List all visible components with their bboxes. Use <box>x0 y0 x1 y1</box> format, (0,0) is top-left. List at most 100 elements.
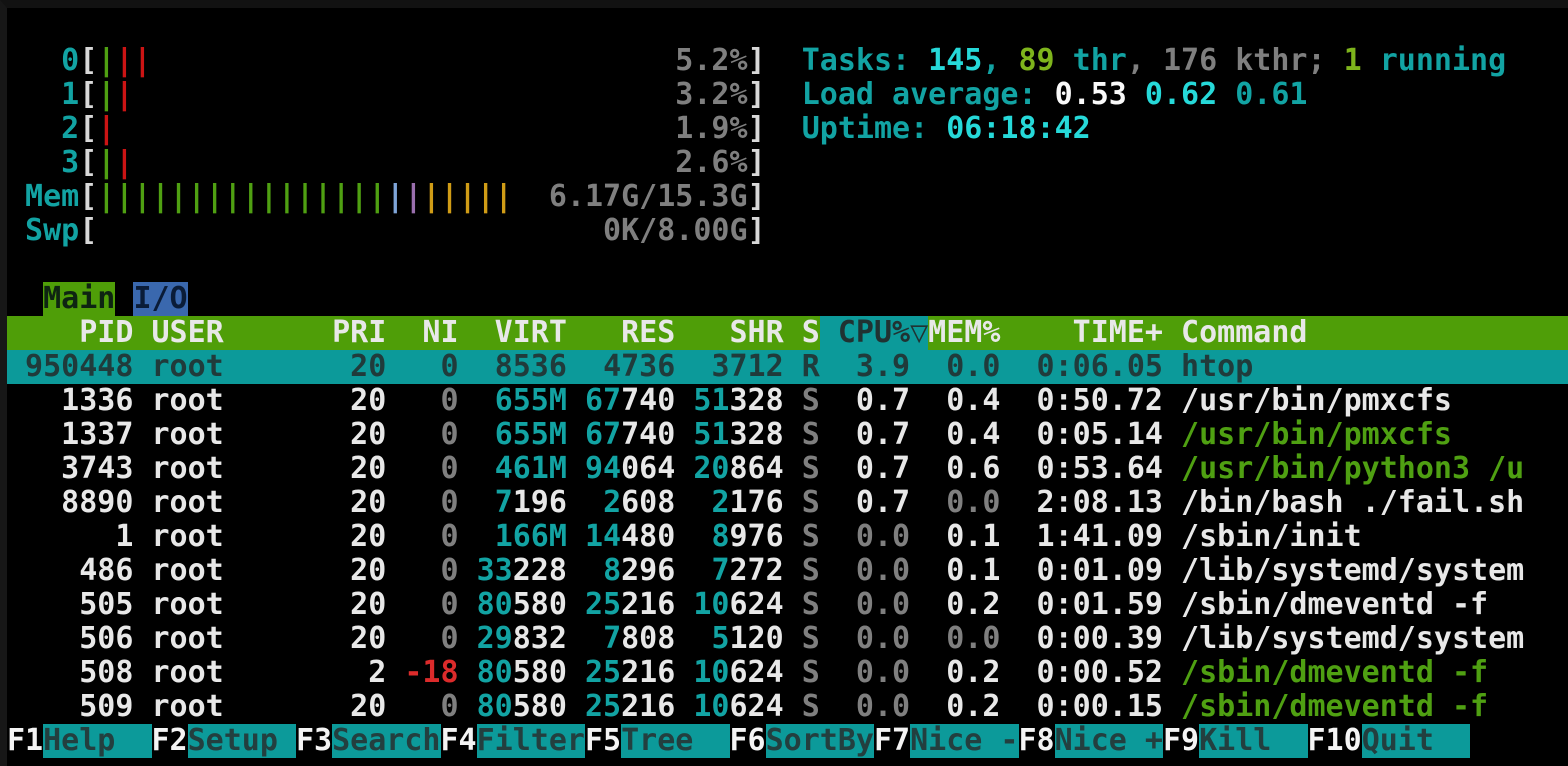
process-row-950448[interactable]: 950448 root 20 0 8536 4736 3712 R 3.9 0.… <box>7 350 1568 384</box>
command-cell: /usr/bin/python3 /u <box>1163 452 1524 486</box>
process-table: 950448 root 20 0 8536 4736 3712 R 3.9 0.… <box>7 350 1568 724</box>
column-headers: MEM% TIME+ Command <box>928 316 1307 350</box>
shr-cell <box>675 622 711 656</box>
virt-cell: 655M <box>495 418 567 452</box>
fkey-f3-label[interactable]: Search <box>332 724 440 758</box>
meter-value: 0K/8.00G <box>603 214 748 248</box>
meter-bracket-close: ] <box>748 78 766 112</box>
shr-cell: 864 <box>730 452 784 486</box>
time-cell: 0:06.05 <box>1000 350 1163 384</box>
process-row-8890[interactable]: 8890 root 20 0 7196 2608 2176 S 0.7 0.0 … <box>7 486 1568 520</box>
virt-cell: 580 <box>513 588 567 622</box>
time-cell: 2:08.13 <box>1000 486 1163 520</box>
process-row-3743[interactable]: 3743 root 20 0 461M 94064 20864 S 0.7 0.… <box>7 452 1568 486</box>
process-row-505[interactable]: 505 root 20 0 80580 25216 10624 S 0.0 0.… <box>7 588 1568 622</box>
fkey-f4-label[interactable]: Filter <box>477 724 585 758</box>
shr-cell <box>675 588 693 622</box>
process-row-486[interactable]: 486 root 20 0 33228 8296 7272 S 0.0 0.1 … <box>7 554 1568 588</box>
fkey-f2-key[interactable]: F2 <box>152 724 188 758</box>
fkey-f10-label[interactable]: Quit <box>1362 724 1470 758</box>
meter-fill <box>513 180 549 214</box>
meter-fill <box>152 44 676 78</box>
meter-bracket-open: [ <box>79 78 97 112</box>
meter-panel: 0[||| 5.2%] Tasks: 145, 89 thr, 176 kthr… <box>7 44 1568 248</box>
fkey-f9-key[interactable]: F9 <box>1163 724 1199 758</box>
meter-bracket-open: [ <box>79 214 97 248</box>
load-average-segment: 0.62 <box>1145 78 1235 112</box>
process-row-1[interactable]: 1 root 20 0 166M 14480 8976 S 0.0 0.1 1:… <box>7 520 1568 554</box>
state-cell: S <box>784 656 820 690</box>
tab-io[interactable]: I/O <box>133 282 187 316</box>
shr-cell: 272 <box>730 554 784 588</box>
virt-cell: 832 <box>513 622 567 656</box>
meter-bracket-close: ] <box>748 180 766 214</box>
pid-cell: 1 <box>7 520 133 554</box>
shr-cell: 976 <box>730 520 784 554</box>
fkey-f5-key[interactable]: F5 <box>585 724 621 758</box>
pri-cell: 20 <box>332 350 386 384</box>
pid-cell: 505 <box>7 588 133 622</box>
meter-fill <box>133 78 675 112</box>
fkey-f2-label[interactable]: Setup <box>188 724 296 758</box>
command-cell: /sbin/init <box>1163 520 1362 554</box>
fkey-f4-key[interactable]: F4 <box>441 724 477 758</box>
command-cell: /sbin/dmeventd -f <box>1163 588 1488 622</box>
res-cell: 2 <box>603 486 621 520</box>
blank-line <box>7 248 1568 282</box>
time-cell: 0:50.72 <box>1000 384 1163 418</box>
command-cell: /sbin/dmeventd -f <box>1163 690 1488 724</box>
cpu-cell: 0.7 <box>820 384 910 418</box>
virt-cell <box>459 656 477 690</box>
pid-cell: 508 <box>7 656 133 690</box>
virt-cell: 228 <box>513 554 567 588</box>
htop-terminal: 0[||| 5.2%] Tasks: 145, 89 thr, 176 kthr… <box>0 0 1568 766</box>
meter-tick: | <box>97 146 115 180</box>
shr-cell: 10 <box>693 690 729 724</box>
res-cell: 7 <box>603 622 621 656</box>
fkey-f3-key[interactable]: F3 <box>296 724 332 758</box>
uptime-segment: Uptime: <box>802 112 947 146</box>
fkey-f9-label[interactable]: Kill <box>1199 724 1307 758</box>
fkey-f10-key[interactable]: F10 <box>1308 724 1362 758</box>
swp-meter: Swp[ 0K/8.00G] <box>7 214 1568 248</box>
user-cell: root <box>133 622 332 656</box>
fkey-f8-label[interactable]: Nice + <box>1055 724 1163 758</box>
mem-cell: 0.1 <box>910 554 1000 588</box>
res-cell: 608 <box>621 486 675 520</box>
table-header[interactable]: PID USER PRI NI VIRT RES SHR S CPU%▽MEM%… <box>7 316 1568 350</box>
ni-cell: 0 <box>386 588 458 622</box>
fkey-f7-label[interactable]: Nice - <box>910 724 1018 758</box>
shr-cell: 624 <box>730 656 784 690</box>
process-row-1337[interactable]: 1337 root 20 0 655M 67740 51328 S 0.7 0.… <box>7 418 1568 452</box>
pid-cell: 1337 <box>7 418 133 452</box>
fkey-f6-label[interactable]: SortBy <box>766 724 874 758</box>
tab-main[interactable]: Main <box>43 282 115 316</box>
pri-cell: 20 <box>332 418 386 452</box>
shr-cell: 51 <box>693 384 729 418</box>
fkey-f8-key[interactable]: F8 <box>1019 724 1055 758</box>
res-cell: 216 <box>621 588 675 622</box>
process-row-1336[interactable]: 1336 root 20 0 655M 67740 51328 S 0.7 0.… <box>7 384 1568 418</box>
sort-column-header[interactable]: CPU%▽ <box>820 316 928 350</box>
fkey-f7-key[interactable]: F7 <box>874 724 910 758</box>
virt-cell: 80 <box>477 690 513 724</box>
meter-fill <box>133 146 675 180</box>
shr-cell: 328 <box>730 384 784 418</box>
fkey-f6-key[interactable]: F6 <box>730 724 766 758</box>
fkey-f1-key[interactable]: F1 <box>7 724 43 758</box>
process-row-509[interactable]: 509 root 20 0 80580 25216 10624 S 0.0 0.… <box>7 690 1568 724</box>
fkey-f5-label[interactable]: Tree <box>621 724 729 758</box>
shr-cell: 10 <box>693 588 729 622</box>
mem-cell: 0.0 <box>910 486 1000 520</box>
pid-cell: 506 <box>7 622 133 656</box>
command-cell: /sbin/dmeventd -f <box>1163 656 1488 690</box>
ni-cell: 0 <box>386 622 458 656</box>
process-row-506[interactable]: 506 root 20 0 29832 7808 5120 S 0.0 0.0 … <box>7 622 1568 656</box>
res-cell: 8 <box>603 554 621 588</box>
command-cell: /usr/bin/pmxcfs <box>1163 418 1452 452</box>
fkey-f1-label[interactable]: Help <box>43 724 151 758</box>
process-row-508[interactable]: 508 root 2 -18 80580 25216 10624 S 0.0 0… <box>7 656 1568 690</box>
mem-cell: 0.0 <box>910 622 1000 656</box>
shr-cell: 8 <box>711 520 729 554</box>
virt-cell: 80 <box>477 588 513 622</box>
